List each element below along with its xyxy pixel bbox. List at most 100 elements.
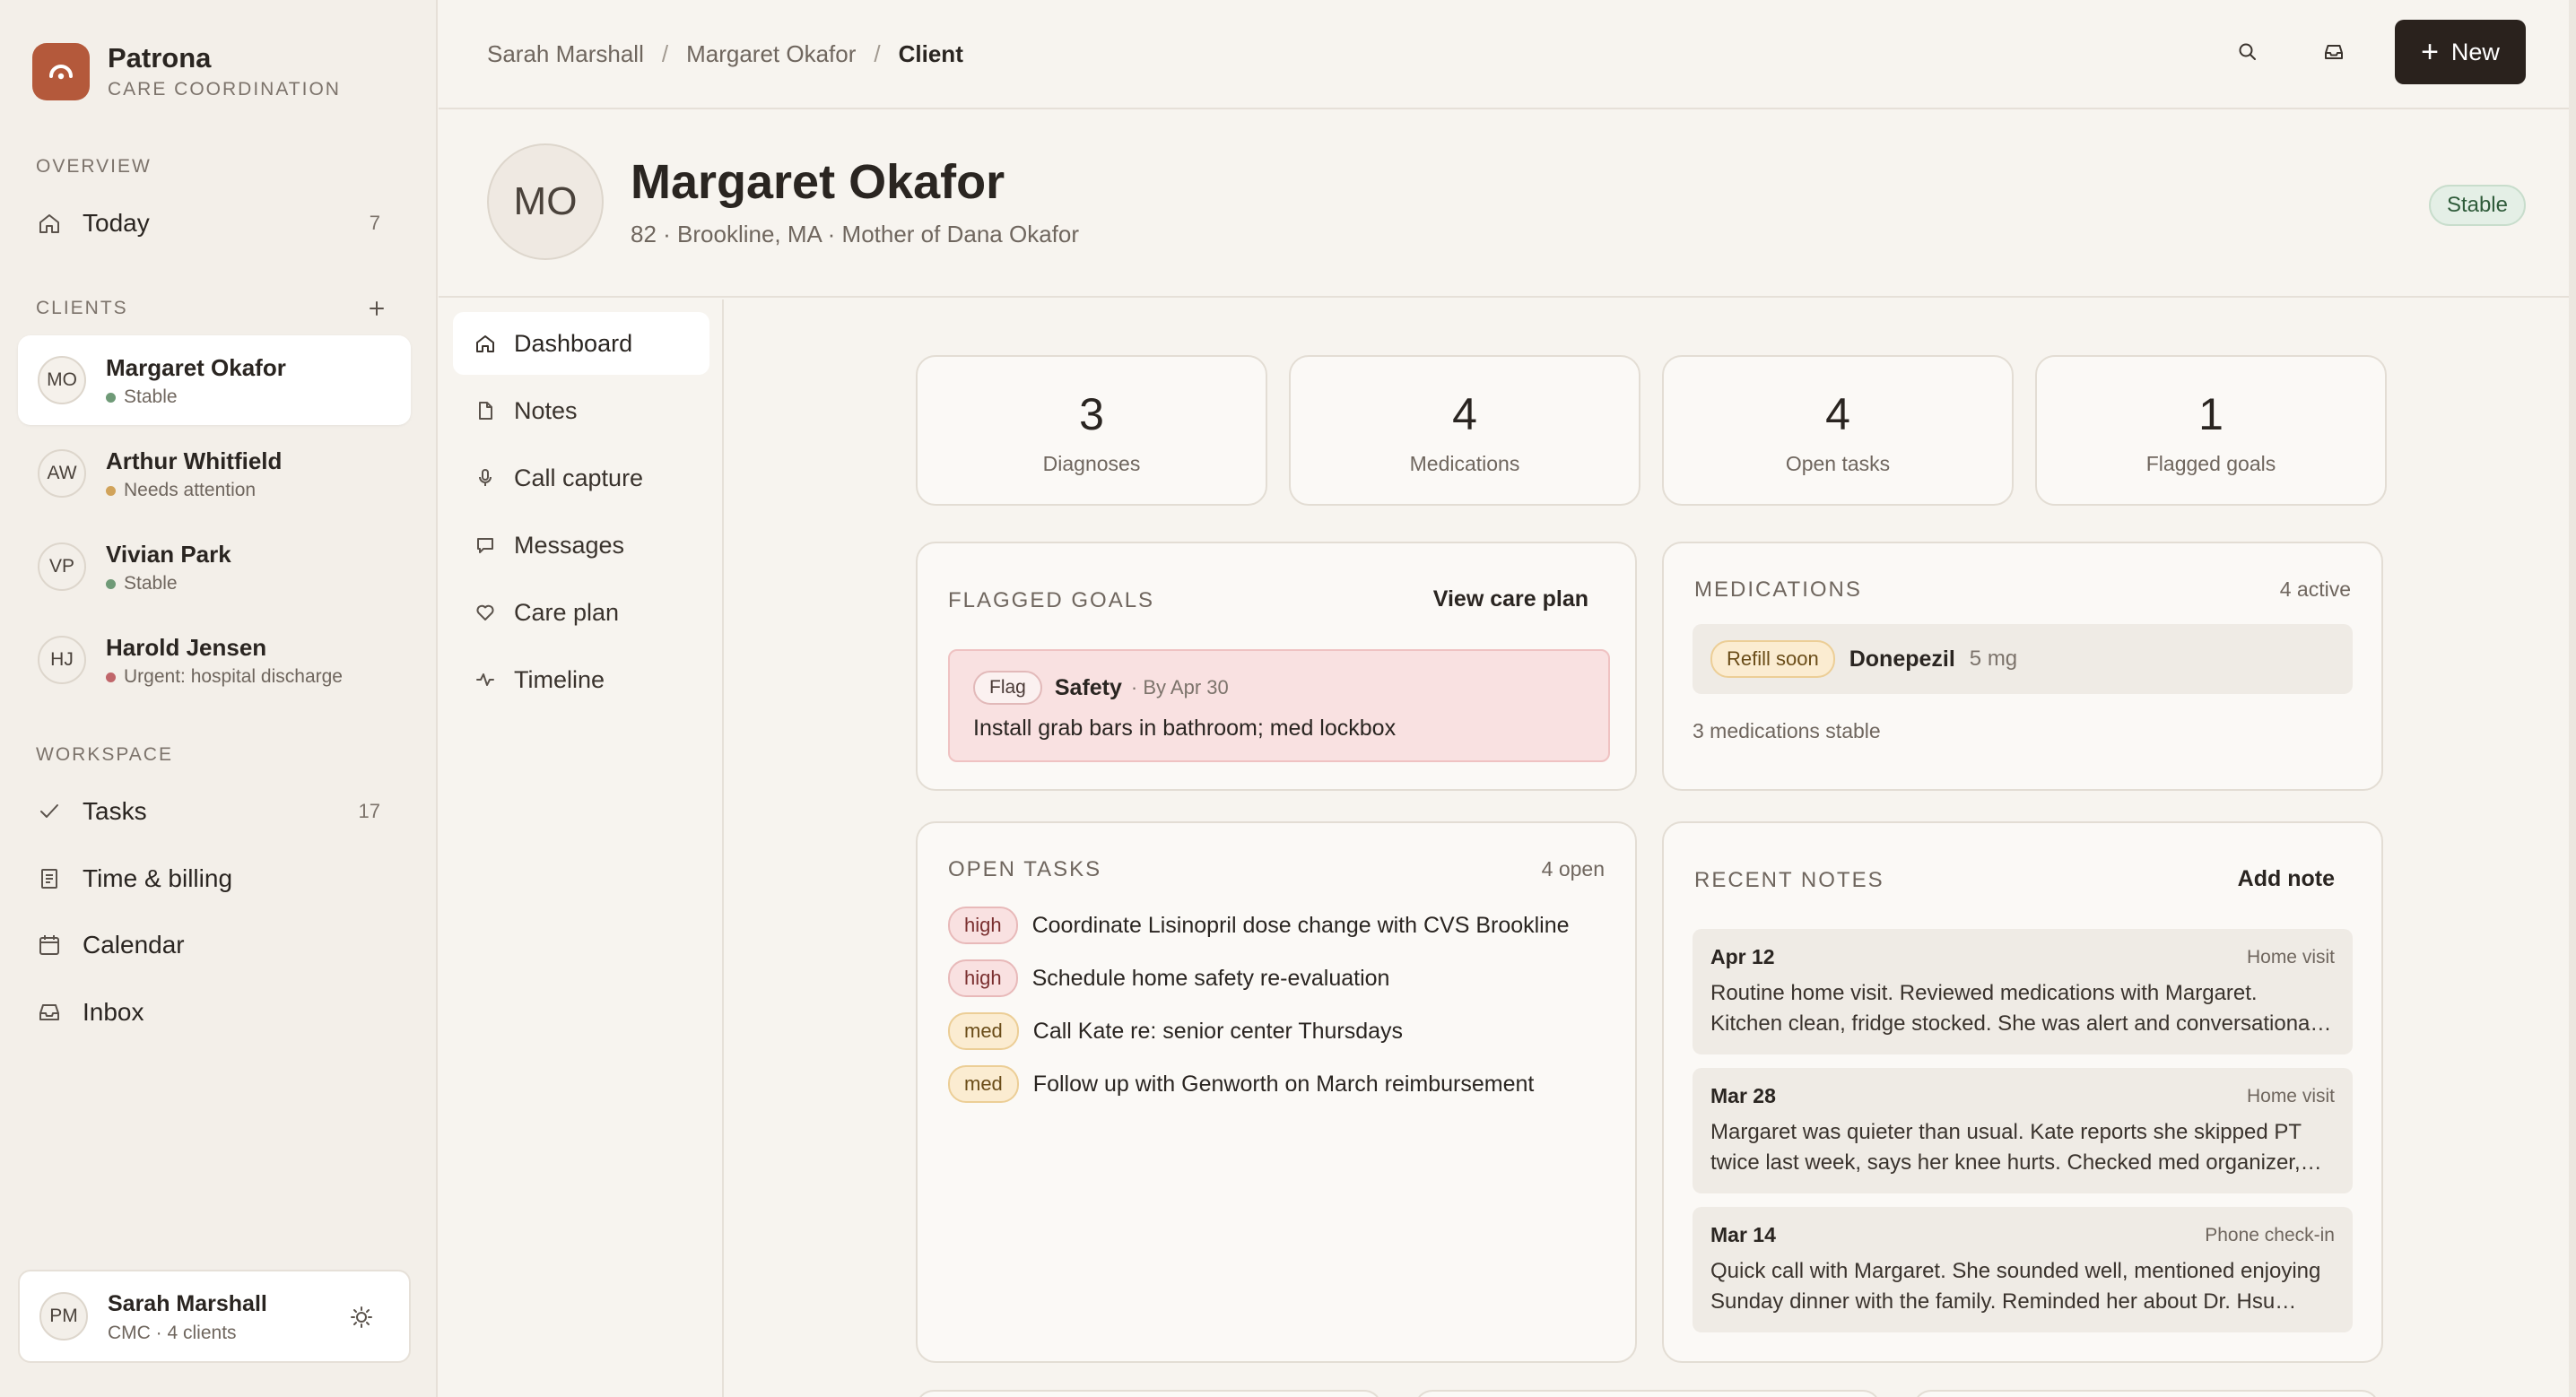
medication-dose: 5 mg bbox=[1969, 646, 2018, 671]
search-icon bbox=[2239, 43, 2256, 60]
avatar: VP bbox=[38, 542, 86, 591]
document-icon bbox=[473, 398, 498, 423]
add-client-button[interactable] bbox=[364, 296, 389, 321]
sidebar-item-time-billing[interactable]: Time & billing bbox=[36, 856, 395, 901]
breadcrumb-item[interactable]: Sarah Marshall bbox=[487, 40, 644, 68]
user-profile-card[interactable]: PM Sarah Marshall CMC · 4 clients bbox=[18, 1270, 411, 1363]
calendar-icon bbox=[36, 932, 63, 959]
client-item-arthur-whitfield[interactable]: AW Arthur Whitfield Needs attention bbox=[18, 429, 411, 518]
medications-card: MEDICATIONS 4 active Refill soon Donepez… bbox=[1662, 542, 2383, 791]
search-button[interactable] bbox=[2223, 27, 2273, 77]
refill-soon-badge: Refill soon bbox=[1710, 640, 1835, 678]
goal-text: Install grab bars in bathroom; med lockb… bbox=[973, 716, 1397, 741]
stat-card-open-tasks[interactable]: 4 Open tasks bbox=[1662, 355, 2014, 506]
note-body: Margaret was quieter than usual. Kate re… bbox=[1710, 1120, 2302, 1175]
client-item-harold-jensen[interactable]: HJ Harold Jensen Urgent: hospital discha… bbox=[18, 615, 411, 705]
card-title: RECENT NOTES bbox=[1694, 868, 1884, 892]
stat-card-medications[interactable]: 4 Medications bbox=[1289, 355, 1640, 506]
receipt-icon bbox=[36, 865, 63, 892]
task-row[interactable]: high Schedule home safety re-evaluation bbox=[948, 959, 1389, 998]
user-meta: CMC · 4 clients bbox=[108, 1323, 237, 1343]
new-button[interactable]: + New bbox=[2395, 20, 2526, 84]
note-body: Quick call with Margaret. She sounded we… bbox=[1710, 1259, 2321, 1314]
tab-timeline[interactable]: Timeline bbox=[453, 648, 709, 711]
flagged-goal-item[interactable]: Flag Safety · By Apr 30 Install grab bar… bbox=[948, 649, 1610, 762]
tab-call-capture[interactable]: Call capture bbox=[453, 447, 709, 509]
new-button-label: New bbox=[2450, 38, 2500, 65]
task-text: Call Kate re: senior center Thursdays bbox=[1032, 1018, 1404, 1044]
add-note-link[interactable]: Add note bbox=[2238, 866, 2335, 892]
client-status-text: Needs attention bbox=[124, 480, 257, 500]
avatar: PM bbox=[39, 1292, 88, 1341]
breadcrumb-item[interactable]: Margaret Okafor bbox=[686, 40, 856, 68]
task-row[interactable]: med Call Kate re: senior center Thursday… bbox=[948, 1011, 1403, 1051]
stat-card-diagnoses[interactable]: 3 Diagnoses bbox=[916, 355, 1267, 506]
flag-tag: Flag bbox=[973, 671, 1042, 705]
client-status: Needs attention bbox=[106, 480, 282, 501]
check-icon bbox=[36, 798, 63, 825]
user-name: Sarah Marshall bbox=[108, 1291, 267, 1316]
client-status: Stable bbox=[106, 386, 286, 408]
avatar: HJ bbox=[38, 636, 86, 684]
clients-section-label: CLIENTS bbox=[36, 298, 128, 318]
client-status-text: Urgent: hospital discharge bbox=[124, 666, 343, 687]
heart-icon bbox=[473, 600, 498, 625]
status-dot bbox=[106, 672, 116, 682]
stat-label: Medications bbox=[1409, 452, 1520, 475]
client-status-text: Stable bbox=[124, 573, 178, 594]
stat-card-flagged-goals[interactable]: 1 Flagged goals bbox=[2035, 355, 2387, 506]
workspace-section-label: WORKSPACE bbox=[36, 744, 173, 765]
task-row[interactable]: med Follow up with Genworth on March rei… bbox=[948, 1064, 1534, 1104]
card-title: MEDICATIONS bbox=[1694, 577, 1862, 602]
page-title: Margaret Okafor bbox=[631, 155, 1005, 209]
brand[interactable]: Patrona CARE COORDINATION bbox=[32, 41, 341, 102]
stat-value: 4 bbox=[1825, 389, 1850, 439]
home-icon bbox=[36, 210, 63, 237]
open-tasks-card: OPEN TASKS 4 open high Coordinate Lisino… bbox=[916, 821, 1637, 1363]
home-icon bbox=[473, 331, 498, 356]
brand-name: Patrona bbox=[108, 42, 212, 74]
tab-messages[interactable]: Messages bbox=[453, 514, 709, 577]
client-item-vivian-park[interactable]: VP Vivian Park Stable bbox=[18, 522, 411, 612]
flagged-goals-card: FLAGGED GOALS View care plan Flag Safety… bbox=[916, 542, 1637, 791]
sidebar-item-calendar[interactable]: Calendar bbox=[36, 923, 395, 967]
status-dot bbox=[106, 485, 116, 496]
card-stub bbox=[1414, 1390, 1881, 1397]
sidebar-item-inbox[interactable]: Inbox bbox=[36, 990, 395, 1035]
tab-label: Notes bbox=[514, 396, 578, 424]
view-care-plan-link[interactable]: View care plan bbox=[1433, 586, 1588, 612]
tab-care-plan[interactable]: Care plan bbox=[453, 581, 709, 644]
sidebar-item-tasks[interactable]: Tasks 17 bbox=[36, 789, 395, 834]
task-row[interactable]: high Coordinate Lisinopril dose change w… bbox=[948, 906, 1570, 945]
recent-notes-card: RECENT NOTES Add note Apr 12 Home visit … bbox=[1662, 821, 2383, 1363]
tab-label: Dashboard bbox=[514, 329, 633, 357]
activity-icon bbox=[473, 667, 498, 692]
note-body: Routine home visit. Reviewed medications… bbox=[1710, 981, 2321, 1036]
microphone-icon bbox=[473, 465, 498, 490]
theme-toggle-button[interactable] bbox=[350, 1306, 373, 1329]
card-stub bbox=[1913, 1390, 2380, 1397]
medication-item[interactable]: Refill soon Donepezil 5 mg bbox=[1693, 624, 2353, 694]
sidebar-item-today[interactable]: Today 7 bbox=[36, 201, 395, 246]
note-type: Phone check-in bbox=[2205, 1224, 2335, 1245]
stat-label: Open tasks bbox=[1785, 452, 1891, 475]
breadcrumb-current: Client bbox=[898, 39, 963, 67]
client-meta: 82 · Brookline, MA · Mother of Dana Okaf… bbox=[631, 221, 1079, 247]
sidebar-item-label: Calendar bbox=[83, 931, 185, 959]
sidebar-item-label: Inbox bbox=[83, 998, 144, 1026]
inbox-button[interactable] bbox=[2309, 27, 2359, 77]
task-text: Schedule home safety re-evaluation bbox=[1031, 965, 1390, 991]
tab-dashboard[interactable]: Dashboard bbox=[453, 312, 709, 375]
note-item[interactable]: Mar 28 Home visit Margaret was quieter t… bbox=[1693, 1068, 2353, 1193]
status-badge: Stable bbox=[2428, 185, 2526, 226]
medication-name: Donepezil bbox=[1849, 646, 1955, 672]
tab-notes[interactable]: Notes bbox=[453, 379, 709, 442]
note-type: Home visit bbox=[2246, 946, 2335, 967]
client-item-margaret-okafor[interactable]: MO Margaret Okafor Stable bbox=[18, 335, 411, 425]
sidebar-item-label: Time & billing bbox=[83, 864, 233, 892]
note-item[interactable]: Apr 12 Home visit Routine home visit. Re… bbox=[1693, 929, 2353, 1054]
plus-icon bbox=[370, 301, 384, 316]
breadcrumb-separator: / bbox=[661, 39, 669, 67]
client-header: MO Margaret Okafor 82 · Brookline, MA · … bbox=[439, 109, 2576, 298]
note-item[interactable]: Mar 14 Phone check-in Quick call with Ma… bbox=[1693, 1207, 2353, 1332]
